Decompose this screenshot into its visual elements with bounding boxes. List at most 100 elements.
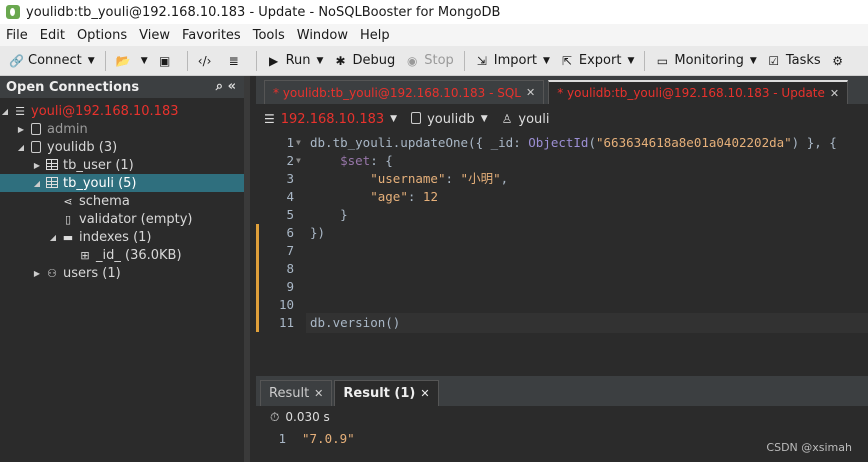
db-selector[interactable]: youlidb ▼	[411, 111, 488, 127]
chevron-down-icon: ▼	[627, 55, 635, 66]
connection-bar: ☰ 192.168.10.183 ▼ youlidb ▼ ♙ youli	[256, 104, 868, 134]
menu-options[interactable]: Options	[73, 28, 131, 43]
sql-icon: ≣	[228, 53, 239, 68]
tree-node-server[interactable]: ◢ ☰ youli@192.168.10.183	[0, 102, 244, 120]
toolbar-divider	[104, 50, 106, 71]
editor-line[interactable]: 8	[256, 260, 868, 278]
close-icon[interactable]: ✕	[314, 387, 323, 400]
collapsed-arrow-icon[interactable]: ▶	[16, 125, 26, 134]
result-value: "7.0.9"	[302, 430, 355, 446]
tree-node-admin[interactable]: ▶ admin	[0, 120, 244, 138]
menu-tools[interactable]: Tools	[249, 28, 289, 43]
database-icon	[29, 122, 43, 136]
menu-window[interactable]: Window	[293, 28, 352, 43]
folder-icon: ▬	[62, 230, 74, 244]
result-tabs: Result ✕ Result (1) ✕	[256, 376, 868, 406]
sql-button[interactable]: ≣	[222, 49, 251, 73]
export-button[interactable]: ⇱ Export ▼	[555, 49, 639, 73]
stop-button[interactable]: ◉ Stop	[400, 49, 459, 73]
editor-line[interactable]: 7	[256, 242, 868, 260]
run-button[interactable]: ▶ Run ▼	[262, 49, 329, 73]
search-icon[interactable]: ⌕	[216, 79, 223, 94]
tree-node-tb-user[interactable]: ▶ tb_user (1)	[0, 156, 244, 174]
connection-tree: ◢ ☰ youli@192.168.10.183 ▶ admin ◢ youli…	[0, 98, 244, 282]
editor-line[interactable]: 4 "age": 12	[256, 188, 868, 206]
tree-node-label: users (1)	[63, 265, 121, 281]
tasks-label: Tasks	[785, 53, 821, 68]
tab-label: * youlidb:tb_youli@192.168.10.183 - SQL	[273, 85, 521, 100]
tree-node-label: _id_ (36.0KB)	[96, 247, 182, 263]
collapse-icon[interactable]: «	[228, 79, 236, 94]
import-icon: ⇲	[476, 53, 487, 68]
code-token: ,	[500, 171, 509, 186]
tab-update[interactable]: * youlidb:tb_youli@192.168.10.183 - Upda…	[548, 80, 849, 104]
tree-node-indexes[interactable]: ◢ ▬ indexes (1)	[0, 228, 244, 246]
database-icon	[29, 140, 43, 154]
title-bar: youlidb:tb_youli@192.168.10.183 - Update…	[0, 0, 868, 24]
menu-edit[interactable]: Edit	[36, 28, 69, 43]
settings-button[interactable]: ⚙	[826, 49, 855, 73]
code-token: "username"	[370, 171, 446, 186]
schema-icon: ⋖	[63, 194, 73, 208]
code-token: ) }, {	[791, 135, 837, 150]
line-number: 6	[286, 225, 294, 240]
expanded-arrow-icon[interactable]: ◢	[0, 107, 10, 116]
expanded-arrow-icon[interactable]: ◢	[32, 179, 42, 188]
close-icon[interactable]: ✕	[830, 87, 839, 100]
save-button[interactable]: ▣	[153, 49, 182, 73]
tab-result-1[interactable]: Result (1) ✕	[334, 380, 439, 406]
code-token: "663634618a8e01a0402202da"	[596, 135, 792, 150]
editor-line[interactable]: 5 }	[256, 206, 868, 224]
debug-button[interactable]: ✱ Debug	[328, 49, 400, 73]
code-token: (	[588, 135, 596, 150]
editor-line[interactable]: 6})	[256, 224, 868, 242]
connect-button[interactable]: 🔗 Connect ▼	[4, 49, 100, 73]
editor-line[interactable]: 10	[256, 296, 868, 314]
monitoring-button[interactable]: ▭ Monitoring ▼	[650, 49, 761, 73]
tree-node-youlidb[interactable]: ◢ youlidb (3)	[0, 138, 244, 156]
code-token: db.tb_youli.updateOne({ _id:	[310, 135, 529, 150]
editor-line[interactable]: 3 "username": "小明",	[256, 170, 868, 188]
editor-line[interactable]: 2 ▼ $set: {	[256, 152, 868, 170]
menu-file[interactable]: File	[2, 28, 32, 43]
user-label: youli	[518, 111, 550, 127]
collapsed-arrow-icon[interactable]: ▶	[32, 269, 42, 278]
host-selector[interactable]: ☰ 192.168.10.183 ▼	[264, 112, 397, 127]
code-button[interactable]: ‹/›	[193, 49, 222, 73]
tree-node-schema[interactable]: ⋖ schema	[0, 192, 244, 210]
code-token: db.version()	[310, 315, 401, 330]
line-number: 4	[286, 189, 294, 204]
collapsed-arrow-icon[interactable]: ▶	[32, 161, 42, 170]
tree-node-validator[interactable]: ▯ validator (empty)	[0, 210, 244, 228]
menu-help[interactable]: Help	[356, 28, 394, 43]
editor-line[interactable]: 9	[256, 278, 868, 296]
tree-node-id-index[interactable]: ⊞ _id_ (36.0KB)	[0, 246, 244, 264]
tree-node-label: validator (empty)	[79, 211, 193, 227]
tree-node-tb-youli[interactable]: ◢ tb_youli (5)	[0, 174, 244, 192]
chevron-down-icon: ▼	[316, 55, 324, 66]
link-icon: 🔗	[9, 53, 24, 68]
tab-label: Result (1)	[343, 386, 416, 401]
tab-result[interactable]: Result ✕	[260, 380, 333, 406]
editor-line[interactable]: 11 db.version()	[256, 313, 868, 333]
expanded-arrow-icon[interactable]: ◢	[48, 233, 58, 242]
expanded-arrow-icon[interactable]: ◢	[16, 143, 26, 152]
line-number: 9	[286, 279, 294, 294]
fold-icon[interactable]: ▼	[296, 152, 301, 170]
tree-node-label: admin	[47, 121, 88, 137]
tasks-button[interactable]: ☑ Tasks	[762, 49, 826, 73]
close-icon[interactable]: ✕	[420, 387, 429, 400]
editor-line[interactable]: 1 ▼ db.tb_youli.updateOne({ _id: ObjectId(…	[256, 134, 868, 152]
menu-view[interactable]: View	[135, 28, 174, 43]
code-token: "小明"	[460, 171, 501, 186]
line-number: 7	[286, 243, 294, 258]
menu-favorites[interactable]: Favorites	[178, 28, 245, 43]
tree-node-users[interactable]: ▶ ⚇ users (1)	[0, 264, 244, 282]
code-editor[interactable]: 1 ▼ db.tb_youli.updateOne({ _id: ObjectId(…	[256, 134, 868, 376]
open-file-button[interactable]: 📂 ▼	[111, 49, 153, 73]
close-icon[interactable]: ✕	[526, 86, 535, 99]
fold-icon[interactable]: ▼	[296, 134, 301, 152]
tab-sql[interactable]: * youlidb:tb_youli@192.168.10.183 - SQL …	[264, 80, 545, 104]
import-button[interactable]: ⇲ Import ▼	[470, 49, 555, 73]
